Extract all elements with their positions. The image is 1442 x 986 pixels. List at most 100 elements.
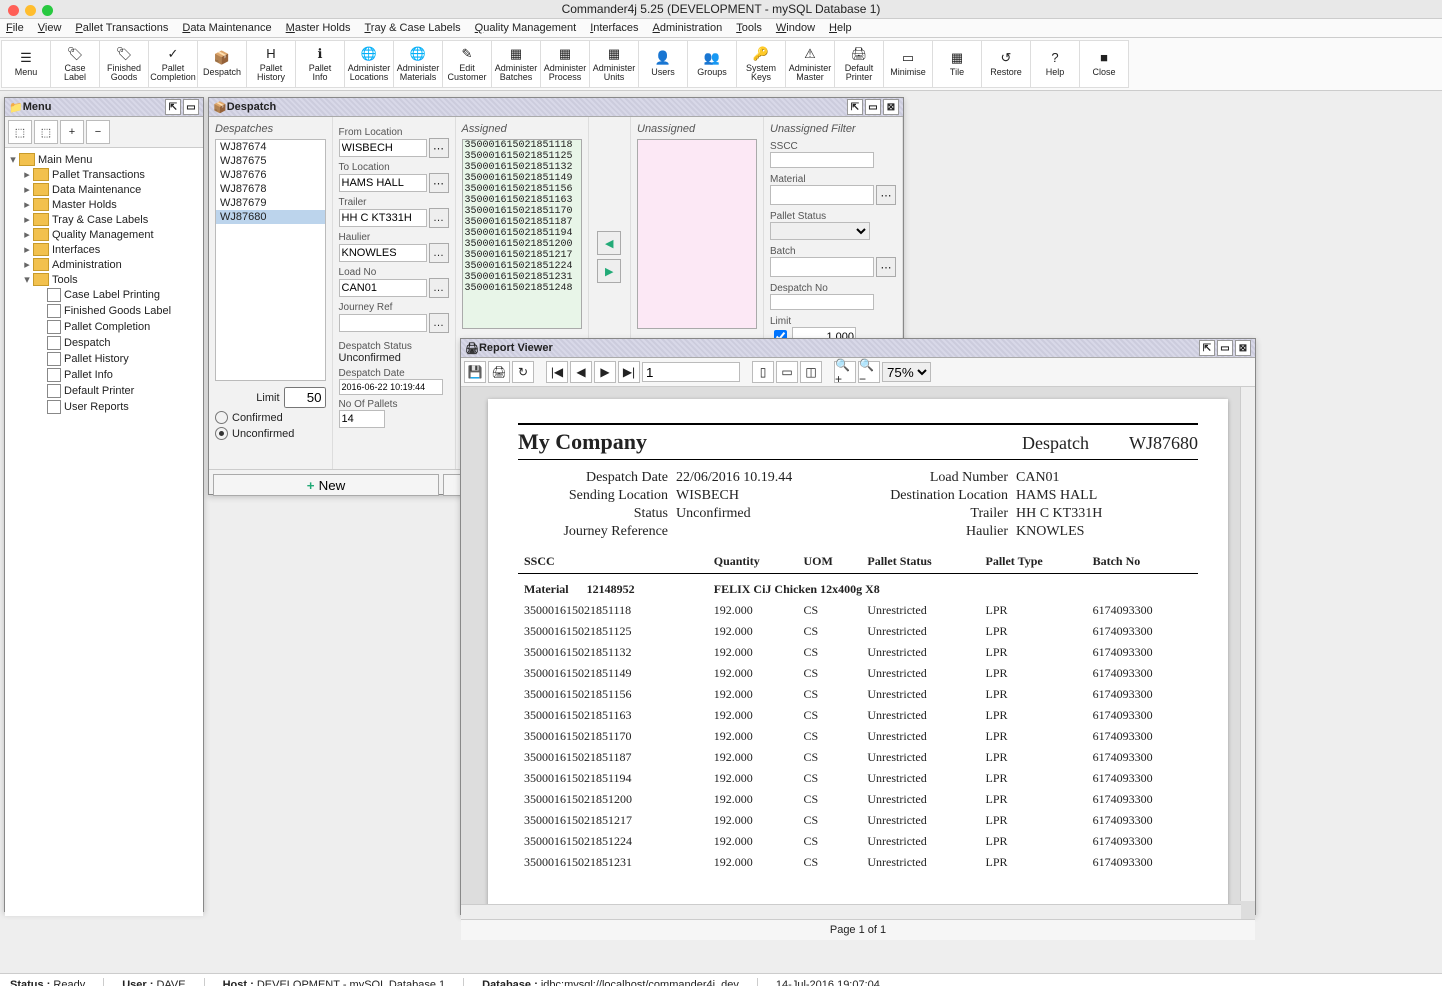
tree-item-despatch[interactable]: Despatch: [7, 335, 201, 351]
despatch-list[interactable]: WJ87674WJ87675WJ87676WJ87678WJ87679WJ876…: [215, 139, 326, 381]
toolbar-pallet-completion[interactable]: ✓PalletCompletion: [148, 40, 198, 88]
tree-item-quality-management[interactable]: ▸Quality Management: [7, 227, 201, 242]
mac-close-button[interactable]: [8, 5, 19, 16]
toolbar-administer-process[interactable]: ▦AdministerProcess: [540, 40, 590, 88]
toolbar-system-keys[interactable]: 🔑SystemKeys: [736, 40, 786, 88]
horizontal-scrollbar[interactable]: [461, 904, 1241, 919]
unconfirmed-radio[interactable]: Unconfirmed: [215, 427, 326, 440]
tree-item-finished-goods-label[interactable]: Finished Goods Label: [7, 303, 201, 319]
close-icon[interactable]: ⊠: [883, 99, 899, 115]
tree-item-administration[interactable]: ▸Administration: [7, 257, 201, 272]
toolbar-minimise[interactable]: ▭Minimise: [883, 40, 933, 88]
detach-icon[interactable]: ⇱: [1199, 340, 1215, 356]
menu-master-holds[interactable]: Master Holds: [286, 22, 351, 34]
tree-item-tools[interactable]: ▾Tools: [7, 272, 201, 287]
tree-item-main-menu[interactable]: ▾Main Menu: [7, 152, 201, 167]
toolbar-tile[interactable]: ▦Tile: [932, 40, 982, 88]
reload-icon[interactable]: ↻: [512, 361, 534, 383]
detach-icon[interactable]: ⇱: [847, 99, 863, 115]
vertical-scrollbar[interactable]: [1240, 387, 1255, 901]
toolbar-close[interactable]: ■Close: [1079, 40, 1129, 88]
toolbar-restore[interactable]: ↺Restore: [981, 40, 1031, 88]
despatch-list-item[interactable]: WJ87679: [216, 196, 325, 210]
zoom-out-icon[interactable]: 🔍−: [858, 361, 880, 383]
despatch-list-item[interactable]: WJ87675: [216, 154, 325, 168]
despatch-list-item[interactable]: WJ87674: [216, 140, 325, 154]
load-no-input[interactable]: [339, 279, 427, 297]
trailer-input[interactable]: [339, 209, 427, 227]
report-page-area[interactable]: My Company Despatch WJ87680 Despatch Dat…: [461, 387, 1255, 919]
menu-tools[interactable]: Tools: [736, 22, 762, 34]
journey-ref-input[interactable]: [339, 314, 427, 332]
tree-button-2[interactable]: ⬚: [34, 120, 58, 144]
actual-size-icon[interactable]: ◫: [800, 361, 822, 383]
assigned-list-item[interactable]: 350001615021851132: [463, 162, 581, 173]
maximize-icon[interactable]: ▭: [865, 99, 881, 115]
menu-file[interactable]: File: [6, 22, 24, 34]
toolbar-administer-batches[interactable]: ▦AdministerBatches: [491, 40, 541, 88]
tree-collapse-button[interactable]: −: [86, 120, 110, 144]
trailer-lookup-button[interactable]: …: [429, 208, 449, 228]
tree-item-pallet-info[interactable]: Pallet Info: [7, 367, 201, 383]
assigned-list-item[interactable]: 350001615021851118: [463, 140, 581, 151]
assigned-list-item[interactable]: 350001615021851125: [463, 151, 581, 162]
to-location-lookup-button[interactable]: ⋯: [429, 173, 449, 193]
toolbar-administer-units[interactable]: ▦AdministerUnits: [589, 40, 639, 88]
tree-item-user-reports[interactable]: User Reports: [7, 399, 201, 415]
page-number-input[interactable]: [642, 362, 740, 382]
collapse-icon[interactable]: ▭: [183, 99, 199, 115]
filter-batch-lookup-button[interactable]: ⋯: [876, 257, 896, 277]
assigned-list-item[interactable]: 350001615021851170: [463, 206, 581, 217]
toolbar-edit-customer[interactable]: ✎EditCustomer: [442, 40, 492, 88]
menu-window[interactable]: Window: [776, 22, 815, 34]
report-window-titlebar[interactable]: 🖨 Report Viewer ⇱ ▭ ⊠: [461, 339, 1255, 358]
toolbar-case-label[interactable]: 🏷CaseLabel: [50, 40, 100, 88]
assigned-list-item[interactable]: 350001615021851194: [463, 228, 581, 239]
toolbar-administer-master[interactable]: ⚠AdministerMaster: [785, 40, 835, 88]
tree-item-case-label-printing[interactable]: Case Label Printing: [7, 287, 201, 303]
menu-view[interactable]: View: [38, 22, 62, 34]
new-button[interactable]: +New: [213, 474, 439, 496]
assigned-list-item[interactable]: 350001615021851163: [463, 195, 581, 206]
zoom-select[interactable]: 75%: [882, 362, 931, 382]
mac-minimize-button[interactable]: [25, 5, 36, 16]
menu-help[interactable]: Help: [829, 22, 852, 34]
journey-ref-lookup-button[interactable]: …: [429, 313, 449, 333]
mac-maximize-button[interactable]: [42, 5, 53, 16]
menu-pallet-transactions[interactable]: Pallet Transactions: [75, 22, 168, 34]
last-page-button[interactable]: ▶|: [618, 361, 640, 383]
toolbar-pallet-info[interactable]: ℹPalletInfo: [295, 40, 345, 88]
confirmed-radio[interactable]: Confirmed: [215, 411, 326, 424]
assign-right-button[interactable]: ▶: [597, 259, 621, 283]
menu-data-maintenance[interactable]: Data Maintenance: [182, 22, 271, 34]
tree-item-pallet-history[interactable]: Pallet History: [7, 351, 201, 367]
tree-item-master-holds[interactable]: ▸Master Holds: [7, 197, 201, 212]
assigned-list-item[interactable]: 350001615021851248: [463, 283, 581, 294]
unassigned-list[interactable]: [637, 139, 757, 329]
menu-quality-management[interactable]: Quality Management: [475, 22, 577, 34]
from-location-input[interactable]: [339, 139, 427, 157]
save-icon[interactable]: 💾: [464, 361, 486, 383]
fit-page-icon[interactable]: ▯: [752, 361, 774, 383]
toolbar-finished-goods[interactable]: 🏷FinishedGoods: [99, 40, 149, 88]
despatch-date-input[interactable]: [339, 379, 443, 395]
toolbar-pallet-history[interactable]: HPalletHistory: [246, 40, 296, 88]
load-no-lookup-button[interactable]: …: [429, 278, 449, 298]
toolbar-default-printer[interactable]: 🖨DefaultPrinter: [834, 40, 884, 88]
fit-width-icon[interactable]: ▭: [776, 361, 798, 383]
maximize-icon[interactable]: ▭: [1217, 340, 1233, 356]
assigned-list[interactable]: 3500016150218511183500016150218511253500…: [462, 139, 582, 329]
detach-icon[interactable]: ⇱: [165, 99, 181, 115]
zoom-in-icon[interactable]: 🔍+: [834, 361, 856, 383]
tree-item-data-maintenance[interactable]: ▸Data Maintenance: [7, 182, 201, 197]
tree-item-pallet-completion[interactable]: Pallet Completion: [7, 319, 201, 335]
tree-item-interfaces[interactable]: ▸Interfaces: [7, 242, 201, 257]
tree-item-default-printer[interactable]: Default Printer: [7, 383, 201, 399]
filter-material-lookup-button[interactable]: ⋯: [876, 185, 896, 205]
menu-tray-case-labels[interactable]: Tray & Case Labels: [364, 22, 460, 34]
tree-button-1[interactable]: ⬚: [8, 120, 32, 144]
toolbar-administer-materials[interactable]: 🌐AdministerMaterials: [393, 40, 443, 88]
menu-window-titlebar[interactable]: 📁 Menu ⇱ ▭: [5, 98, 203, 117]
prev-page-button[interactable]: ◀: [570, 361, 592, 383]
assigned-list-item[interactable]: 350001615021851217: [463, 250, 581, 261]
